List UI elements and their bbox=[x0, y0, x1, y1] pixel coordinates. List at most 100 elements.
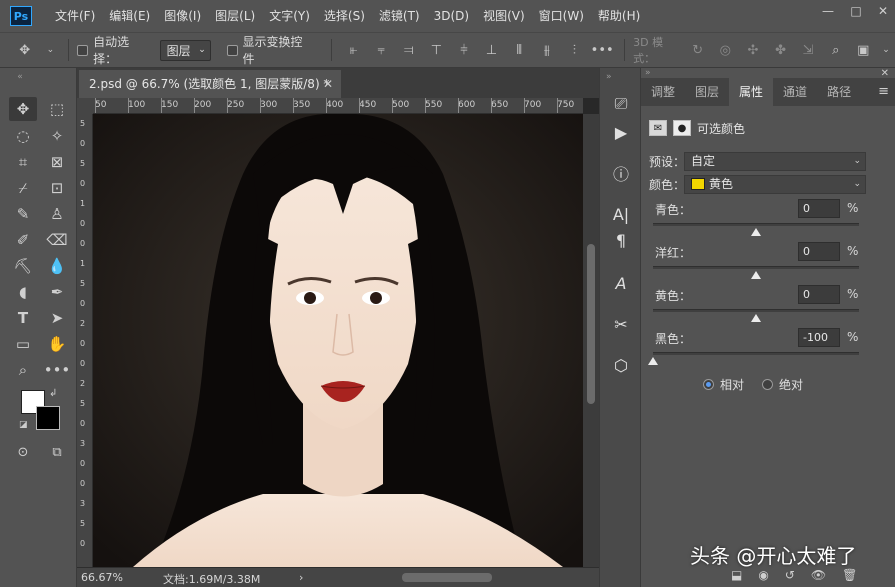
brush-tool-icon[interactable]: ✎ bbox=[9, 202, 37, 226]
collapse-arrows-icon[interactable]: » bbox=[645, 68, 651, 78]
slider-knob[interactable] bbox=[751, 314, 761, 322]
menu-item[interactable]: 文件(F) bbox=[48, 0, 102, 32]
stamp-tool-icon[interactable]: ♙ bbox=[43, 202, 71, 226]
preset-dropdown[interactable]: 自定 ⌄ bbox=[684, 152, 866, 171]
view-previous-icon[interactable]: ◉ bbox=[758, 568, 768, 582]
move-tool-icon[interactable]: ✥ bbox=[14, 42, 36, 58]
pen-tool-icon[interactable]: ✒ bbox=[43, 280, 71, 304]
slider-knob[interactable] bbox=[648, 357, 658, 365]
menu-item[interactable]: 文字(Y) bbox=[262, 0, 317, 32]
radio-icon[interactable] bbox=[762, 379, 773, 390]
checkbox-icon[interactable] bbox=[226, 44, 238, 56]
distribute-v-icon[interactable]: ⫵ bbox=[538, 42, 556, 58]
zoom-level[interactable]: 66.67% bbox=[81, 571, 123, 584]
menu-item[interactable]: 图层(L) bbox=[208, 0, 262, 32]
auto-select-checkbox[interactable]: 自动选择： bbox=[77, 33, 151, 67]
history-brush-icon[interactable]: ✐ bbox=[9, 228, 37, 252]
slider-knob[interactable] bbox=[751, 271, 761, 279]
align-center-h-icon[interactable]: ⫧ bbox=[372, 42, 390, 58]
slider-value-input[interactable]: 0 bbox=[798, 285, 840, 304]
radio-icon[interactable] bbox=[703, 379, 714, 390]
more-options-icon[interactable]: ••• bbox=[591, 42, 614, 58]
marquee-tool-icon[interactable]: ⬚ bbox=[43, 97, 71, 121]
3d-rotate-icon[interactable]: ↻ bbox=[689, 42, 707, 58]
dodge-tool-icon[interactable]: ◖ bbox=[9, 280, 37, 304]
3d-slide-icon[interactable]: ✤ bbox=[772, 42, 790, 58]
vertical-scroll-thumb[interactable] bbox=[587, 244, 595, 404]
path-select-icon[interactable]: ➤ bbox=[43, 306, 71, 330]
slider-track[interactable] bbox=[653, 352, 859, 355]
chevron-down-icon[interactable]: ⌄ bbox=[46, 42, 56, 58]
panel-menu-icon[interactable]: ≡ bbox=[878, 84, 889, 99]
align-bottom-icon[interactable]: ⊥ bbox=[483, 42, 501, 58]
rectangle-tool-icon[interactable]: ▭ bbox=[9, 332, 37, 356]
menu-item[interactable]: 选择(S) bbox=[317, 0, 372, 32]
delete-icon[interactable]: 🗑 bbox=[842, 568, 857, 582]
menu-item[interactable]: 帮助(H) bbox=[591, 0, 647, 32]
slider-value-input[interactable]: 0 bbox=[798, 199, 840, 218]
background-color-swatch[interactable] bbox=[36, 406, 60, 430]
search-icon[interactable]: ⌕ bbox=[827, 42, 845, 58]
actions-play-icon[interactable]: ▶ bbox=[609, 120, 633, 144]
auto-select-target-dropdown[interactable]: 图层 ⌄ bbox=[159, 39, 211, 61]
type-tool-icon[interactable]: T bbox=[9, 306, 37, 330]
canvas[interactable] bbox=[93, 114, 583, 567]
bucket-tool-icon[interactable]: ⛏ bbox=[9, 254, 37, 278]
swap-colors-icon[interactable]: ↲ bbox=[49, 388, 57, 399]
magic-wand-icon[interactable]: ✧ bbox=[43, 124, 71, 148]
distribute-h-icon[interactable]: ⫶ bbox=[566, 42, 584, 58]
menu-item[interactable]: 滤镜(T) bbox=[372, 0, 427, 32]
slider-value-input[interactable]: -100 bbox=[798, 328, 840, 347]
checkbox-icon[interactable] bbox=[77, 44, 89, 56]
collapse-arrows-icon[interactable]: » bbox=[606, 72, 612, 82]
lasso-tool-icon[interactable]: ◌ bbox=[9, 124, 37, 148]
more-tools-icon[interactable]: ••• bbox=[43, 358, 71, 382]
menu-item[interactable]: 窗口(W) bbox=[532, 0, 591, 32]
panel-tab[interactable]: 路径 bbox=[817, 78, 861, 106]
zoom-tool-icon[interactable]: ⌕ bbox=[9, 358, 37, 382]
workspace-icon[interactable]: ▣ bbox=[855, 42, 873, 58]
chevron-down-icon[interactable]: ⌄ bbox=[882, 42, 890, 58]
hand-tool-icon[interactable]: ✋ bbox=[43, 332, 71, 356]
tool-presets-icon[interactable]: ✂ bbox=[609, 312, 633, 336]
restore-button[interactable]: □ bbox=[841, 0, 871, 22]
document-tab[interactable]: 2.psd @ 66.7% (选取颜色 1, 图层蒙版/8) * ✕ bbox=[79, 70, 341, 98]
panel-tab[interactable]: 图层 bbox=[685, 78, 729, 106]
patch-tool-icon[interactable]: ⊡ bbox=[43, 176, 71, 200]
mode-absolute-radio[interactable]: 绝对 bbox=[762, 376, 803, 393]
slider-track[interactable] bbox=[653, 223, 859, 226]
move-tool-icon[interactable]: ✥ bbox=[9, 97, 37, 121]
clip-icon[interactable]: ⬓ bbox=[731, 568, 742, 582]
slider-value-input[interactable]: 0 bbox=[798, 242, 840, 261]
3d-icon[interactable]: ⬡ bbox=[609, 353, 633, 377]
horizontal-scroll-thumb[interactable] bbox=[402, 573, 492, 582]
align-middle-v-icon[interactable]: ⫩ bbox=[455, 42, 473, 58]
menu-item[interactable]: 编辑(E) bbox=[102, 0, 157, 32]
3d-roll-icon[interactable]: ◎ bbox=[717, 42, 735, 58]
close-icon[interactable]: ✕ bbox=[323, 70, 333, 98]
character-icon[interactable]: A| bbox=[609, 202, 633, 226]
paragraph-icon[interactable]: ¶ bbox=[609, 228, 633, 252]
align-top-icon[interactable]: ⊤ bbox=[428, 42, 446, 58]
frame-tool-icon[interactable]: ⊠ bbox=[43, 150, 71, 174]
panel-tab[interactable]: 通道 bbox=[773, 78, 817, 106]
close-button[interactable]: ✕ bbox=[868, 0, 895, 22]
color-dropdown[interactable]: 黄色 ⌄ bbox=[684, 175, 866, 194]
glyphs-icon[interactable]: A bbox=[609, 271, 633, 295]
reset-icon[interactable]: ↺ bbox=[785, 568, 795, 582]
visibility-icon[interactable]: 👁 bbox=[811, 568, 826, 582]
slider-track[interactable] bbox=[653, 266, 859, 269]
slider-track[interactable] bbox=[653, 309, 859, 312]
panel-tab[interactable]: 属性 bbox=[729, 78, 774, 106]
default-colors-icon[interactable]: ◪ bbox=[19, 420, 28, 430]
blur-tool-icon[interactable]: 💧 bbox=[43, 254, 71, 278]
3d-drag-icon[interactable]: ✣ bbox=[744, 42, 762, 58]
adjustment-icon[interactable]: ✉ bbox=[649, 120, 667, 136]
quick-mask-icon[interactable]: ⊙ bbox=[9, 440, 37, 464]
panel-tab[interactable]: 调整 bbox=[641, 78, 685, 106]
collapse-arrows-icon[interactable]: « bbox=[6, 72, 34, 82]
mode-relative-radio[interactable]: 相对 bbox=[703, 376, 744, 393]
show-transform-checkbox[interactable]: 显示变换控件 bbox=[226, 33, 313, 67]
3d-scale-icon[interactable]: ⇲ bbox=[799, 42, 817, 58]
distribute-icon[interactable]: ⫴ bbox=[510, 42, 528, 58]
